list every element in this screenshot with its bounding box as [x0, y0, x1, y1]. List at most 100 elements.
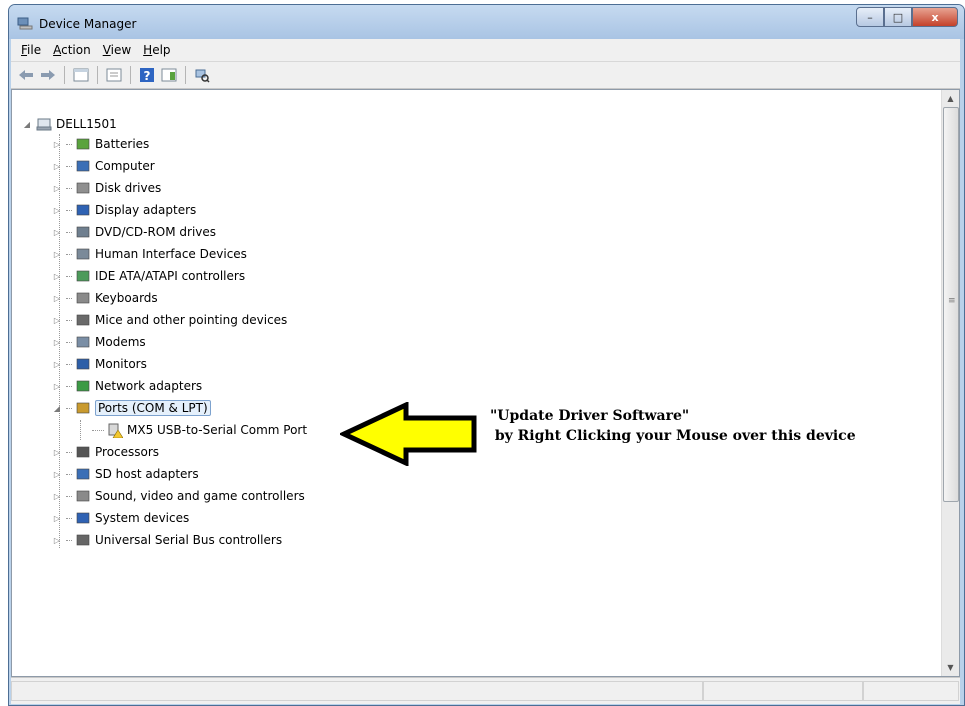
scan-hardware-icon[interactable]: [193, 66, 211, 84]
tree-category[interactable]: ▷ Disk drives: [52, 178, 161, 198]
tree-connector: [66, 165, 72, 167]
status-panel-main: [11, 681, 703, 701]
toolbar-separator: [130, 66, 131, 84]
expand-arrow-icon[interactable]: ▷: [52, 293, 62, 303]
title-bar[interactable]: Device Manager – □ x: [9, 5, 964, 39]
expand-arrow-icon[interactable]: ▷: [52, 469, 62, 479]
tree-connector: [66, 407, 72, 409]
tree-category[interactable]: ▷ IDE ATA/ATAPI controllers: [52, 266, 245, 286]
tree-category[interactable]: ▷ SD host adapters: [52, 464, 199, 484]
expand-arrow-icon[interactable]: ▷: [52, 337, 62, 347]
tree-category[interactable]: ▷ DVD/CD-ROM drives: [52, 222, 216, 242]
properties-icon[interactable]: [105, 66, 123, 84]
tree-category[interactable]: ◢ Ports (COM & LPT): [52, 398, 211, 418]
network-adapter-icon: [76, 380, 90, 392]
battery-icon: [76, 138, 90, 150]
tree-connector: [66, 143, 72, 145]
tree-category[interactable]: ▷ System devices: [52, 508, 189, 528]
menu-bar: File Action View Help: [11, 39, 960, 62]
expand-arrow-icon[interactable]: ▷: [52, 535, 62, 545]
minimize-button[interactable]: –: [856, 7, 884, 27]
tree-category-label: DVD/CD-ROM drives: [95, 225, 217, 239]
yellow-arrow-icon: [340, 402, 477, 466]
expand-arrow-icon[interactable]: ▷: [52, 139, 62, 149]
tree-category[interactable]: ▷ Processors: [52, 442, 159, 462]
expand-arrow-icon[interactable]: ▷: [52, 513, 62, 523]
maximize-button[interactable]: □: [884, 7, 912, 27]
annotation-line-1: "Update Driver Software": [490, 408, 690, 424]
collapse-arrow-icon[interactable]: ◢: [22, 119, 32, 129]
tree-category[interactable]: ▷ Human Interface Devices: [52, 244, 247, 264]
close-button[interactable]: x: [912, 7, 958, 27]
expand-arrow-icon[interactable]: ▷: [52, 271, 62, 281]
annotation-text: "Update Driver Software" by Right Clicki…: [490, 406, 856, 446]
tree-category-label: Mice and other pointing devices: [95, 313, 288, 327]
forward-arrow-icon[interactable]: [39, 66, 57, 84]
tree-connector: [66, 319, 72, 321]
tree-connector: [66, 253, 72, 255]
device-tree-pane: ◢ DELL1501 ▷ Batteries ▷ Computer ▷ Disk driv…: [11, 89, 960, 677]
toolbar-separator: [97, 66, 98, 84]
sd-host-icon: [76, 468, 90, 480]
scroll-grip-icon: ≡: [948, 296, 956, 306]
menu-help[interactable]: Help: [137, 43, 176, 57]
scroll-down-arrow-icon[interactable]: ▼: [942, 659, 959, 676]
expand-arrow-icon[interactable]: ▷: [52, 359, 62, 369]
tree-connector: [66, 473, 72, 475]
tree-category[interactable]: ▷ Sound, video and game controllers: [52, 486, 305, 506]
tree-category[interactable]: ▷ Universal Serial Bus controllers: [52, 530, 282, 550]
tree-category[interactable]: ▷ Batteries: [52, 134, 149, 154]
tree-category-label: Disk drives: [95, 181, 162, 195]
tree-category-label: Universal Serial Bus controllers: [95, 533, 283, 547]
expand-arrow-icon[interactable]: ▷: [52, 491, 62, 501]
menu-action[interactable]: Action: [47, 43, 97, 57]
action-pane-icon[interactable]: [160, 66, 178, 84]
expand-arrow-icon[interactable]: ▷: [52, 161, 62, 171]
tree-category[interactable]: ▷ Keyboards: [52, 288, 158, 308]
toolbar: ?: [11, 62, 960, 89]
tree-root[interactable]: ◢ DELL1501: [22, 114, 117, 134]
dvd-drive-icon: [76, 226, 90, 238]
sound-icon: [76, 490, 90, 502]
tree-category-label: Display adapters: [95, 203, 197, 217]
scrollbar-thumb[interactable]: ≡: [943, 107, 959, 502]
menu-file[interactable]: File: [15, 43, 47, 57]
window-title: Device Manager: [39, 17, 137, 31]
tree-category[interactable]: ▷ Display adapters: [52, 200, 196, 220]
tree-device[interactable]: MX5 USB-to-Serial Comm Port: [92, 420, 307, 440]
help-icon[interactable]: ?: [138, 66, 156, 84]
vertical-scrollbar[interactable]: ▲ ≡ ▼: [941, 90, 959, 676]
svg-text:?: ?: [144, 69, 151, 83]
expand-arrow-icon[interactable]: ▷: [52, 249, 62, 259]
tree-category[interactable]: ▷ Network adapters: [52, 376, 202, 396]
expand-arrow-icon[interactable]: ▷: [52, 381, 62, 391]
tree-connector: [66, 363, 72, 365]
modem-icon: [76, 336, 90, 348]
expand-arrow-icon[interactable]: ▷: [52, 183, 62, 193]
expand-arrow-icon[interactable]: ▷: [52, 315, 62, 325]
tree-category-label: Monitors: [95, 357, 147, 371]
back-arrow-icon[interactable]: [17, 66, 35, 84]
menu-view[interactable]: View: [97, 43, 137, 57]
expand-arrow-icon[interactable]: ▷: [52, 205, 62, 215]
tree-category[interactable]: ▷ Mice and other pointing devices: [52, 310, 287, 330]
tree-category[interactable]: ▷ Modems: [52, 332, 146, 352]
show-hide-console-tree-icon[interactable]: [72, 66, 90, 84]
expand-arrow-icon[interactable]: ▷: [52, 447, 62, 457]
expand-arrow-icon[interactable]: ▷: [52, 227, 62, 237]
scroll-up-arrow-icon[interactable]: ▲: [942, 90, 959, 107]
tree-category-label: Human Interface Devices: [95, 247, 247, 261]
status-bar: [11, 677, 960, 704]
mouse-icon: [76, 314, 90, 326]
device-tree: ◢ DELL1501 ▷ Batteries ▷ Computer ▷ Disk driv…: [12, 90, 950, 676]
collapse-arrow-icon[interactable]: ◢: [52, 403, 62, 413]
tree-connector: [66, 495, 72, 497]
tree-connector: [92, 429, 104, 431]
tree-category[interactable]: ▷ Monitors: [52, 354, 147, 374]
tree-connector: [66, 385, 72, 387]
toolbar-separator: [185, 66, 186, 84]
display-adapter-icon: [76, 204, 90, 216]
tree-category-label: Network adapters: [95, 379, 203, 393]
computer-icon: [76, 160, 90, 172]
tree-category[interactable]: ▷ Computer: [52, 156, 155, 176]
